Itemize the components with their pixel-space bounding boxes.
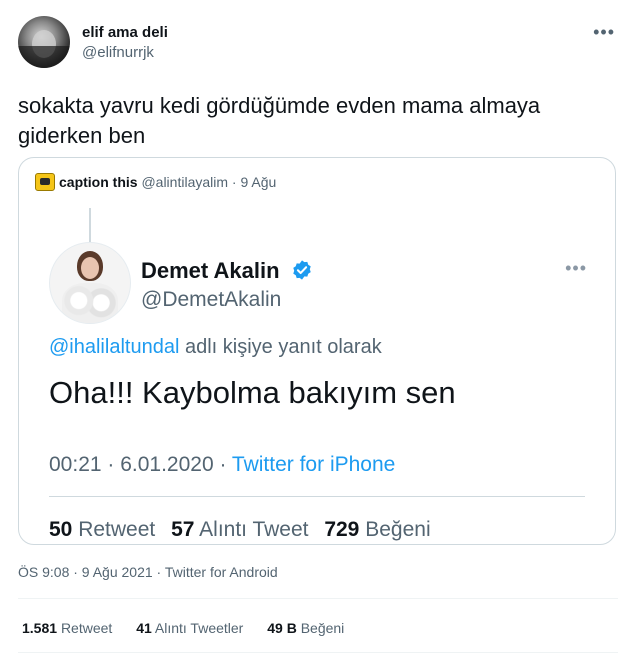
likes-stat[interactable]: 49 B Beğeni bbox=[267, 620, 344, 636]
inner-quotes-label: Alıntı Tweet bbox=[199, 518, 309, 541]
reply-context: @ihalilaltundal adlı kişiye yanıt olarak bbox=[49, 336, 382, 359]
author-handle[interactable]: @elifnurrjk bbox=[82, 44, 154, 61]
inner-quotes-count[interactable]: 57 bbox=[171, 518, 194, 541]
quoted-tweet-card[interactable]: caption this @alintilayalim · 9 Ağu Deme… bbox=[18, 157, 616, 545]
author-avatar[interactable] bbox=[18, 16, 70, 68]
retweets-stat[interactable]: 1.581 Retweet bbox=[22, 620, 112, 636]
likes-count: 49 B bbox=[267, 620, 297, 636]
inner-source-link[interactable]: Twitter for iPhone bbox=[232, 453, 395, 476]
inner-divider bbox=[49, 496, 585, 497]
inner-time-date[interactable]: 00:21 · 6.01.2020 · bbox=[49, 453, 232, 476]
quoted-account-name[interactable]: caption this bbox=[59, 174, 138, 190]
quotes-label: Alıntı Tweetler bbox=[154, 620, 244, 636]
inner-author-name[interactable]: Demet Akalin bbox=[141, 258, 280, 284]
inner-more-horizontal-icon[interactable]: ••• bbox=[565, 258, 587, 279]
caption-this-logo-icon bbox=[35, 173, 55, 191]
inner-timestamp: 00:21 · 6.01.2020 · Twitter for iPhone bbox=[49, 453, 395, 477]
reply-suffix: adlı kişiye yanıt olarak bbox=[179, 336, 382, 358]
quoted-account-handle[interactable]: @alintilayalim bbox=[141, 174, 228, 190]
inner-tweet-text: Oha!!! Kaybolma bakıyım sen bbox=[49, 375, 456, 410]
avatar-dress bbox=[62, 283, 118, 323]
quotes-count: 41 bbox=[136, 620, 152, 636]
author-name[interactable]: elif ama deli bbox=[82, 24, 168, 41]
tweet-timestamp[interactable]: ÖS 9:08 · 9 Ağu 2021 · Twitter for Andro… bbox=[18, 564, 278, 580]
inner-likes-count[interactable]: 729 bbox=[324, 518, 359, 541]
quoted-header: caption this @alintilayalim · 9 Ağu bbox=[59, 174, 276, 190]
tweet-text: sokakta yavru kedi gördüğümde evden mama… bbox=[18, 93, 541, 148]
tweet-stats: 1.581 Retweet 41 Alıntı Tweetler 49 B Be… bbox=[22, 620, 364, 636]
tweet: elif ama deli @elifnurrjk ••• sokakta ya… bbox=[0, 0, 635, 657]
inner-retweets-label: Retweet bbox=[78, 518, 156, 541]
likes-label: Beğeni bbox=[300, 620, 345, 636]
inner-author-handle[interactable]: @DemetAkalin bbox=[141, 288, 281, 312]
retweets-count: 1.581 bbox=[22, 620, 58, 636]
more-horizontal-icon[interactable]: ••• bbox=[593, 22, 615, 43]
quotes-stat[interactable]: 41 Alıntı Tweetler bbox=[136, 620, 243, 636]
divider bbox=[18, 598, 618, 599]
inner-retweets-count[interactable]: 50 bbox=[49, 518, 72, 541]
avatar-shade bbox=[18, 46, 70, 68]
divider bbox=[18, 652, 618, 653]
inner-stats: 50 Retweet 57 Alıntı Tweet 729 Beğeni bbox=[49, 518, 431, 542]
quoted-date: · 9 Ağu bbox=[231, 174, 277, 190]
reply-mention-link[interactable]: @ihalilaltundal bbox=[49, 336, 179, 358]
retweets-label: Retweet bbox=[60, 620, 113, 636]
inner-avatar[interactable] bbox=[49, 242, 131, 324]
avatar-face bbox=[81, 257, 99, 279]
inner-likes-label: Beğeni bbox=[365, 518, 431, 541]
verified-badge-icon bbox=[293, 260, 311, 280]
